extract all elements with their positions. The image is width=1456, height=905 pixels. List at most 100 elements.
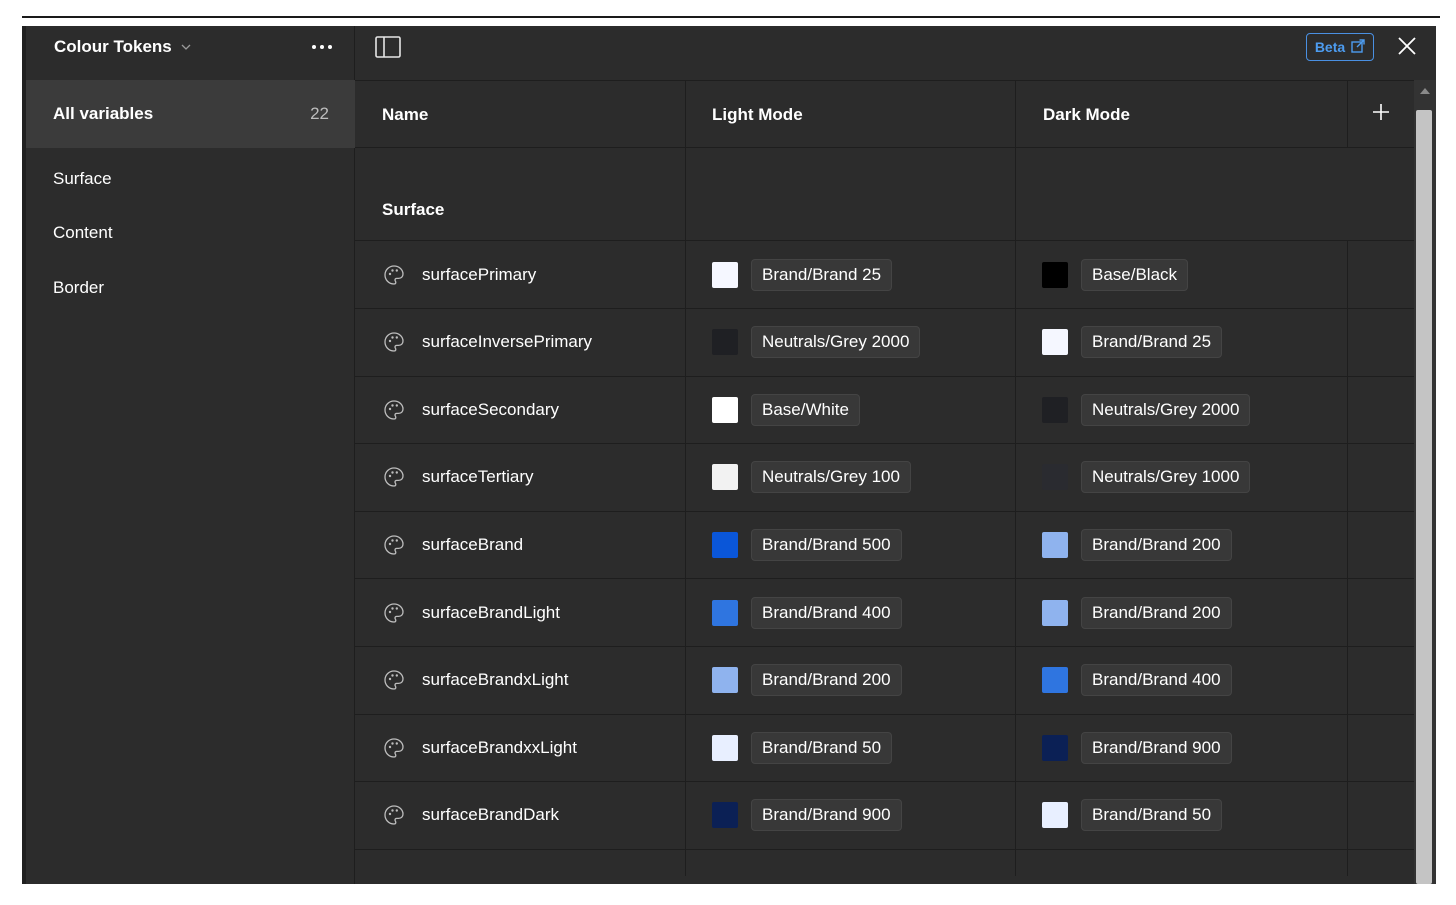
column-header-dark-mode[interactable]: Dark Mode <box>1043 81 1130 148</box>
sidebar-toggle-icon[interactable] <box>375 36 401 58</box>
palette-icon <box>383 737 405 759</box>
variables-window: Colour Tokens All variables 22 Surface C… <box>22 26 1436 884</box>
alias-chip[interactable]: Base/White <box>751 393 860 426</box>
close-icon[interactable] <box>1395 34 1419 58</box>
table-row[interactable]: surfaceBrand Brand/Brand 500 Brand/Brand 2… <box>355 511 1414 580</box>
add-mode-button[interactable] <box>1347 81 1414 148</box>
top-rule <box>22 16 1440 18</box>
table-row[interactable]: surfacePrimary Brand/Brand 25 Base/Black <box>355 241 1414 309</box>
variable-name-cell[interactable]: surfacePrimary <box>383 241 536 308</box>
alias-chip[interactable]: Brand/Brand 200 <box>751 664 902 697</box>
sidebar-item-surface[interactable]: Surface <box>53 169 112 189</box>
alias-chip[interactable]: Brand/Brand 200 <box>1081 596 1232 629</box>
table-group-row: Surface <box>355 148 1414 241</box>
alias-chip[interactable]: Neutrals/Grey 2000 <box>1081 393 1251 426</box>
alias-chip[interactable]: Brand/Brand 500 <box>751 528 902 561</box>
variable-name: surfacePrimary <box>422 264 537 284</box>
sidebar-item-content[interactable]: Content <box>53 223 113 243</box>
variable-name-cell[interactable]: surfaceBrandxxLight <box>383 714 577 781</box>
table-row[interactable]: surfaceBrandxLight Brand/Brand 200 Brand/B… <box>355 647 1414 715</box>
light-mode-cell[interactable]: Brand/Brand 50 <box>712 714 893 781</box>
table-row[interactable]: surfaceBrandLight Brand/Brand 400 Brand/Br… <box>355 579 1414 647</box>
light-mode-cell[interactable]: Neutrals/Grey 2000 <box>712 309 921 376</box>
alias-chip[interactable]: Brand/Brand 400 <box>751 596 902 629</box>
alias-chip[interactable]: Brand/Brand 50 <box>751 731 893 764</box>
light-mode-cell[interactable]: Base/White <box>712 376 860 443</box>
alias-chip[interactable]: Neutrals/Grey 1000 <box>1081 461 1251 494</box>
dark-mode-cell[interactable]: Neutrals/Grey 2000 <box>1042 376 1251 443</box>
table-row[interactable]: surfaceInversePrimary Neutrals/Grey 2000 B… <box>355 309 1414 377</box>
variable-name-cell[interactable]: surfaceBrand <box>383 511 523 578</box>
palette-icon <box>383 804 405 826</box>
column-header-name: Name <box>382 104 429 124</box>
chevron-down-icon <box>180 41 192 53</box>
alias-chip[interactable]: Brand/Brand 50 <box>1081 799 1223 832</box>
palette-icon <box>383 331 405 353</box>
table-row[interactable]: surfaceTertiary Neutrals/Grey 100 Neutrals… <box>355 444 1414 512</box>
table-row[interactable]: surfaceBrandxxLight Brand/Brand 50 Brand/B… <box>355 714 1414 783</box>
light-mode-cell[interactable]: Brand/Brand 200 <box>712 647 902 714</box>
variable-name-cell[interactable]: surfaceSecondary <box>383 376 559 443</box>
color-swatch <box>1042 464 1068 491</box>
sidebar-item-all-variables[interactable]: All variables 22 <box>26 80 355 148</box>
dark-mode-cell[interactable]: Brand/Brand 400 <box>1042 647 1232 714</box>
light-mode-cell[interactable]: Brand/Brand 900 <box>712 782 902 849</box>
color-swatch <box>1042 261 1068 288</box>
variable-name: surfaceBrandxLight <box>422 670 569 690</box>
dark-mode-cell[interactable]: Brand/Brand 200 <box>1042 511 1232 578</box>
table-row[interactable]: surfaceSecondary Base/White Neutrals/Grey … <box>355 376 1414 445</box>
dark-mode-cell[interactable]: Brand/Brand 200 <box>1042 579 1232 646</box>
variable-name-cell[interactable]: surfaceTertiary <box>383 444 533 511</box>
dark-mode-cell[interactable]: Brand/Brand 50 <box>1042 782 1223 849</box>
plus-icon <box>1371 102 1391 127</box>
column-header-light-mode[interactable]: Light Mode <box>712 81 803 148</box>
light-mode-cell[interactable]: Brand/Brand 400 <box>712 579 902 646</box>
color-swatch <box>1042 531 1068 558</box>
collection-selector[interactable]: Colour Tokens <box>54 36 192 58</box>
more-icon[interactable] <box>306 36 338 58</box>
color-swatch <box>712 599 738 626</box>
variable-name-cell[interactable]: surfaceBrandxLight <box>383 647 568 714</box>
scroll-thumb[interactable] <box>1416 110 1432 884</box>
alias-chip[interactable]: Brand/Brand 25 <box>751 258 893 291</box>
palette-icon <box>383 669 405 691</box>
variable-name-cell[interactable]: surfaceBrandDark <box>383 782 559 849</box>
sidebar-item-border[interactable]: Border <box>53 278 104 298</box>
variable-name: surfaceSecondary <box>422 399 560 419</box>
variable-name: surfaceTertiary <box>422 467 534 487</box>
scroll-up-arrow-icon[interactable] <box>1420 88 1430 94</box>
variable-name: surfaceBrandxxLight <box>422 737 577 757</box>
collection-title: Colour Tokens <box>54 37 172 56</box>
table-row[interactable]: surfaceBrandDark Brand/Brand 900 Brand/Bra… <box>355 782 1414 850</box>
alias-chip[interactable]: Neutrals/Grey 100 <box>751 461 911 494</box>
color-swatch <box>712 464 738 491</box>
alias-chip[interactable]: Neutrals/Grey 2000 <box>751 326 921 359</box>
dark-mode-cell[interactable]: Brand/Brand 900 <box>1042 714 1232 781</box>
alias-chip[interactable]: Base/Black <box>1081 258 1189 291</box>
palette-icon <box>383 602 405 624</box>
light-mode-cell[interactable]: Neutrals/Grey 100 <box>712 444 911 511</box>
alias-chip[interactable]: Brand/Brand 900 <box>1081 731 1232 764</box>
palette-icon <box>383 264 405 286</box>
color-swatch <box>712 396 738 423</box>
vertical-scrollbar[interactable] <box>1414 80 1436 884</box>
alias-chip[interactable]: Brand/Brand 25 <box>1081 326 1223 359</box>
color-swatch <box>712 329 738 356</box>
beta-button[interactable]: Beta <box>1306 33 1374 61</box>
variable-name-cell[interactable]: surfaceInversePrimary <box>383 309 592 376</box>
light-mode-cell[interactable]: Brand/Brand 25 <box>712 241 893 308</box>
alias-chip[interactable]: Brand/Brand 900 <box>751 799 902 832</box>
alias-chip[interactable]: Brand/Brand 400 <box>1081 664 1232 697</box>
dark-mode-cell[interactable]: Neutrals/Grey 1000 <box>1042 444 1251 511</box>
color-swatch <box>1042 802 1068 829</box>
all-variables-count: 22 <box>310 104 329 123</box>
variables-table: Name Light Mode Dark Mode Surface surfac… <box>355 80 1414 884</box>
table-header: Name Light Mode Dark Mode <box>355 80 1414 148</box>
dark-mode-cell[interactable]: Brand/Brand 25 <box>1042 309 1223 376</box>
light-mode-cell[interactable]: Brand/Brand 500 <box>712 511 902 578</box>
variable-name-cell[interactable]: surfaceBrandLight <box>383 579 560 646</box>
alias-chip[interactable]: Brand/Brand 200 <box>1081 528 1232 561</box>
color-swatch <box>712 734 738 761</box>
color-swatch <box>712 531 738 558</box>
dark-mode-cell[interactable]: Base/Black <box>1042 241 1189 308</box>
